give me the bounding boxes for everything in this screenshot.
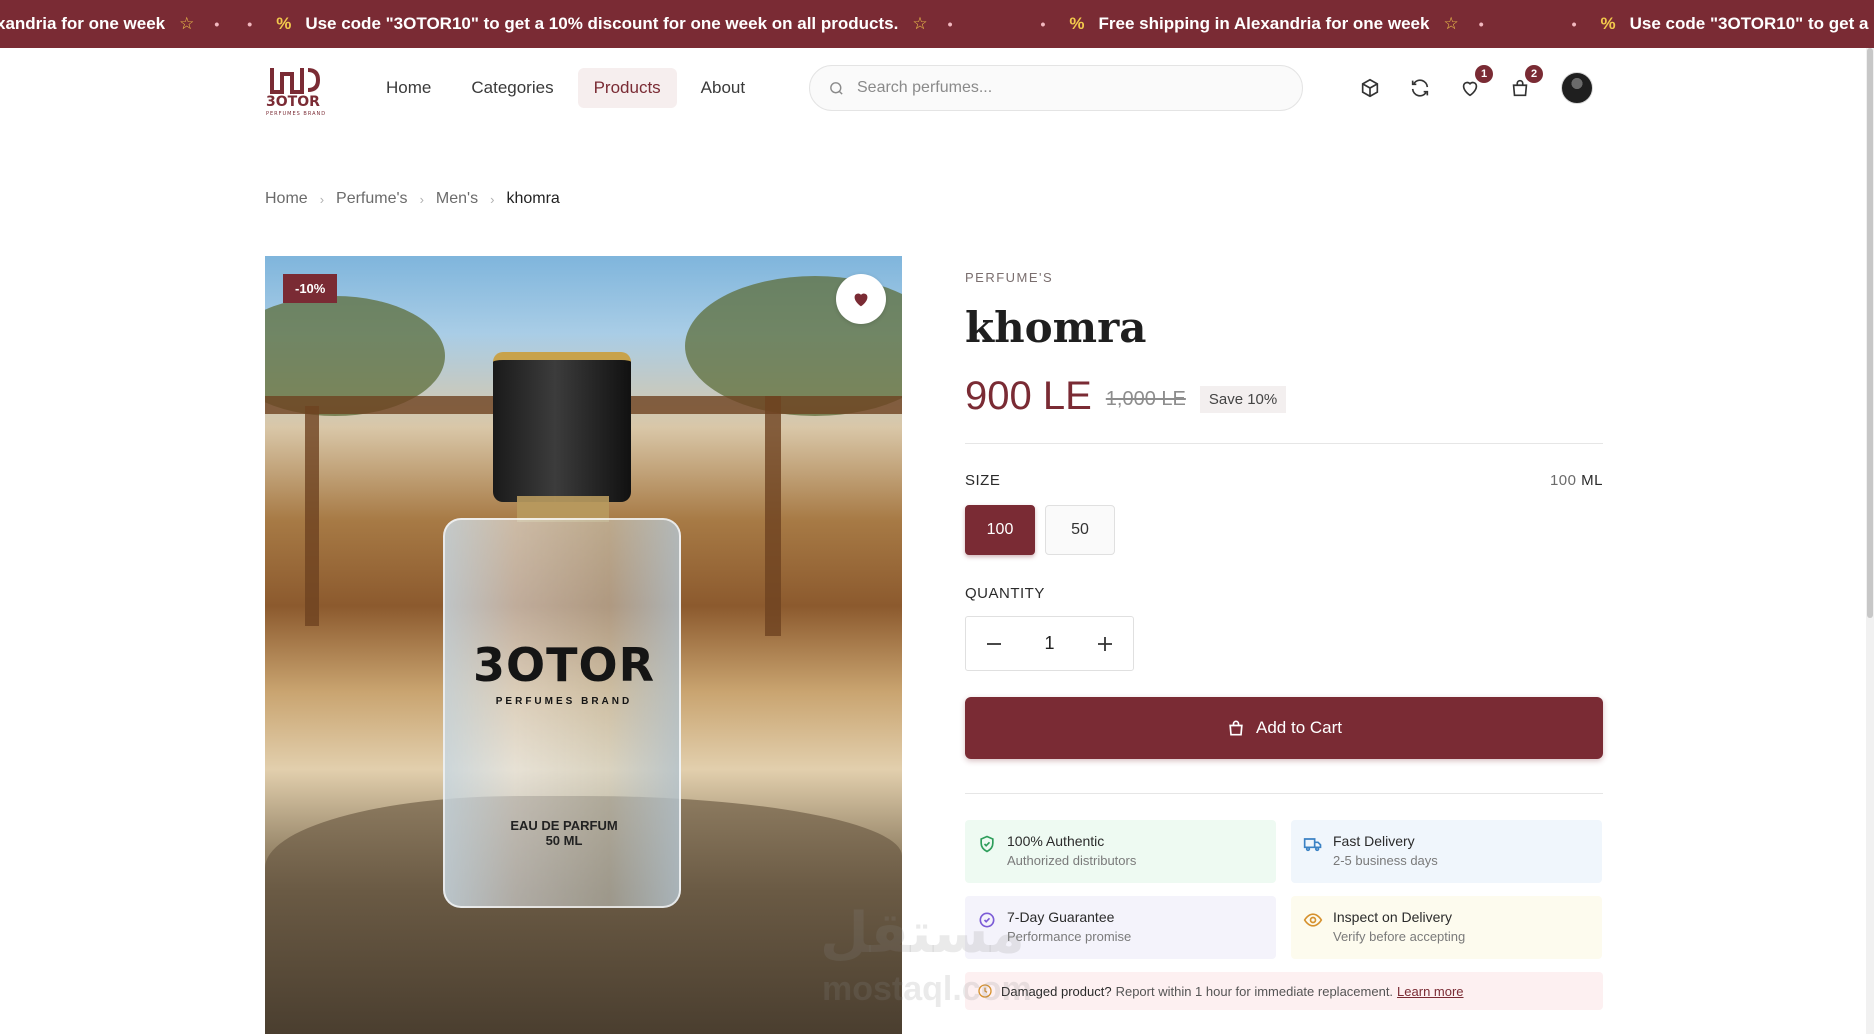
star-icon: ☆: [912, 14, 928, 33]
breadcrumb-home[interactable]: Home: [265, 190, 308, 208]
percent-icon: %: [1600, 14, 1616, 33]
quantity-value[interactable]: 1: [1044, 633, 1054, 654]
original-price: 1,000 LE: [1105, 388, 1186, 410]
wishlist-button[interactable]: 1: [1457, 65, 1493, 101]
feature-delivery: Fast Delivery 2-5 business days: [1291, 820, 1602, 883]
svg-text:PERFUMES BRAND: PERFUMES BRAND: [266, 111, 326, 117]
announcement-track: xandria for one week ☆ • • % Use code "3…: [0, 0, 1874, 48]
nav-products[interactable]: Products: [577, 68, 677, 108]
product-title: khomra: [965, 303, 1147, 352]
scrollbar-thumb[interactable]: [1867, 48, 1873, 618]
cart-button[interactable]: 2: [1507, 65, 1543, 101]
announcement-item: • % Use code "3OTOR10" to get a 10% disc…: [247, 14, 953, 33]
decrease-quantity-button[interactable]: [984, 635, 1004, 653]
dot-separator: •: [1478, 16, 1484, 32]
star-icon: ☆: [1443, 14, 1459, 33]
refresh-icon[interactable]: [1407, 75, 1433, 101]
size-option-100[interactable]: 100: [965, 505, 1035, 555]
divider: [965, 443, 1603, 444]
user-avatar[interactable]: [1561, 72, 1593, 104]
size-option-50[interactable]: 50: [1045, 505, 1115, 555]
svg-text:3OTOR: 3OTOR: [266, 94, 320, 110]
site-header: 3OTOR PERFUMES BRAND Home Categories Pro…: [0, 48, 1866, 128]
announcement-bar: xandria for one week ☆ • • % Use code "3…: [0, 0, 1874, 48]
search-input[interactable]: [857, 79, 1257, 97]
clock-icon: [978, 984, 992, 998]
shield-check-icon: [980, 835, 994, 853]
learn-more-link[interactable]: Learn more: [1397, 984, 1463, 999]
percent-icon: %: [276, 14, 292, 33]
damaged-notice-title: Damaged product?: [1001, 983, 1112, 999]
background-pavilion: [305, 406, 319, 626]
size-options: 100 50: [965, 505, 1603, 555]
product-category: PERFUME'S: [965, 270, 1054, 285]
feature-guarantee: 7-Day Guarantee Performance promise: [965, 896, 1276, 959]
discount-badge: -10%: [283, 274, 338, 303]
announcement-item: xandria for one week ☆ •: [0, 14, 220, 33]
star-icon: ☆: [179, 14, 195, 33]
chevron-right-icon: ›: [319, 191, 325, 207]
search-bar[interactable]: [809, 65, 1303, 111]
background-pavilion: [765, 396, 781, 636]
bottle-brand-text: 3OTOR: [472, 638, 655, 692]
announcement-item: • % Use code "3OTOR10" to get a 10% d: [1571, 14, 1874, 33]
nav-home[interactable]: Home: [370, 68, 447, 108]
announcement-item: • % Free shipping in Alexandria for one …: [1040, 14, 1484, 33]
increase-quantity-button[interactable]: [1095, 635, 1115, 653]
damaged-notice-text: Report within 1 hour for immediate repla…: [1115, 983, 1394, 999]
product-info: PERFUME'S khomra 900 LE 1,000 LE Save 10…: [965, 270, 1603, 1010]
current-price: 900 LE: [965, 374, 1092, 418]
bag-icon: [1229, 720, 1243, 736]
cart-count-badge: 2: [1525, 65, 1543, 83]
breadcrumb-mens[interactable]: Men's: [436, 190, 478, 208]
bottle-cap: [493, 352, 631, 502]
feature-inspect: Inspect on Delivery Verify before accept…: [1291, 896, 1602, 959]
eye-icon: [1303, 913, 1323, 927]
bottle-edp-label: EAU DE PARFUM 50 ML: [510, 818, 618, 848]
dot-separator: •: [214, 16, 220, 32]
bottle-brand-sub: PERFUMES BRAND: [495, 696, 633, 707]
damaged-notice: Damaged product? Report within 1 hour fo…: [965, 972, 1603, 1010]
feature-grid: 100% Authentic Authorized distributors F…: [965, 820, 1603, 959]
main-nav: Home Categories Products About: [370, 68, 761, 108]
perfume-bottle: 3OTOR PERFUMES BRAND EAU DE PARFUM 50 ML: [443, 518, 681, 908]
chevron-right-icon: ›: [419, 191, 424, 207]
heart-icon: [854, 293, 868, 307]
favorite-button[interactable]: [836, 274, 886, 324]
brand-logo[interactable]: 3OTOR PERFUMES BRAND: [264, 62, 334, 118]
size-value: 100 ML: [1549, 472, 1603, 489]
size-header: SIZE 100 ML: [965, 472, 1603, 489]
product-image[interactable]: 3OTOR PERFUMES BRAND EAU DE PARFUM 50 ML…: [265, 256, 902, 1034]
truck-icon: [1303, 838, 1322, 852]
quantity-stepper: 1: [965, 616, 1134, 671]
percent-icon: %: [1069, 14, 1085, 33]
chevron-right-icon: ›: [490, 191, 495, 207]
dot-separator: •: [247, 16, 253, 32]
quantity-label: QUANTITY: [965, 585, 1045, 602]
feature-authentic: 100% Authentic Authorized distributors: [965, 820, 1276, 883]
dot-separator: •: [1040, 16, 1046, 32]
size-label: SIZE: [965, 472, 1001, 489]
badge-check-icon: [979, 912, 995, 928]
wishlist-count-badge: 1: [1475, 65, 1493, 83]
search-icon: [830, 81, 843, 95]
breadcrumb-perfumes[interactable]: Perfume's: [336, 190, 408, 208]
add-to-cart-button[interactable]: Add to Cart: [965, 697, 1603, 759]
cube-icon[interactable]: [1357, 75, 1383, 101]
dot-separator: •: [1571, 16, 1577, 32]
divider: [965, 793, 1603, 794]
nav-about[interactable]: About: [685, 68, 761, 108]
save-badge: Save 10%: [1199, 386, 1287, 413]
nav-categories[interactable]: Categories: [455, 68, 569, 108]
breadcrumb: Home › Perfume's › Men's › khomra: [265, 190, 560, 208]
add-to-cart-label: Add to Cart: [1256, 718, 1342, 737]
price-row: 900 LE 1,000 LE Save 10%: [965, 374, 1603, 419]
breadcrumb-current: khomra: [506, 190, 560, 207]
dot-separator: •: [947, 16, 953, 32]
